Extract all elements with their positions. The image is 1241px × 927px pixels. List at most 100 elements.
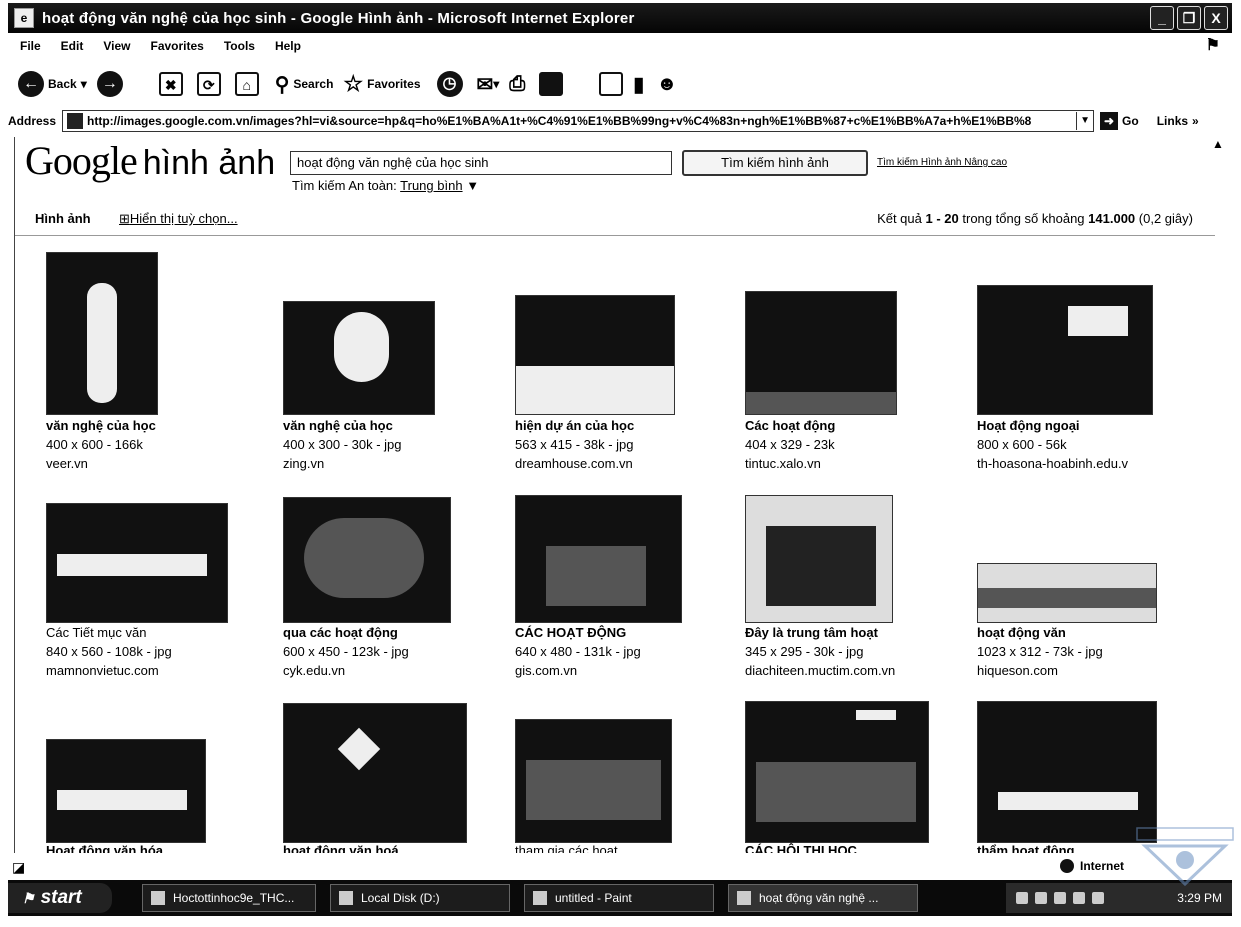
- window-title-bar[interactable]: e hoạt động văn nghệ của học sinh - Goog…: [8, 3, 1232, 33]
- result-meta: 400 x 300 - 30k - jpg: [283, 437, 402, 452]
- image-thumbnail[interactable]: [515, 495, 682, 623]
- tray-messenger-icon[interactable]: [1073, 892, 1085, 904]
- menu-file[interactable]: File: [20, 39, 41, 53]
- result-title[interactable]: Đây là trung tâm hoạt: [745, 623, 895, 642]
- safe-search-value[interactable]: Trung bình: [400, 178, 462, 193]
- image-thumbnail[interactable]: [46, 739, 206, 843]
- image-thumbnail[interactable]: [745, 291, 897, 415]
- image-thumbnail[interactable]: [977, 285, 1153, 415]
- image-thumbnail[interactable]: [283, 497, 451, 623]
- safe-search-dropdown-icon[interactable]: ▼: [466, 178, 479, 193]
- image-search-button[interactable]: Tìm kiếm hình ảnh: [682, 150, 868, 176]
- result-meta: 600 x 450 - 123k - jpg: [283, 644, 409, 659]
- go-button[interactable]: ➜ Go: [1100, 112, 1139, 130]
- result-title[interactable]: Các Tiết mục văn: [46, 623, 172, 642]
- section-label: Hình ảnh: [35, 211, 91, 226]
- home-icon: ⌂: [234, 72, 259, 96]
- taskbar-item[interactable]: Hoctottinhoc9e_THC...: [142, 884, 316, 912]
- stop-button[interactable]: ✖: [158, 72, 183, 96]
- search-button[interactable]: ⚲ Search: [275, 72, 334, 97]
- result-title[interactable]: hoạt động văn hoá: [283, 841, 399, 853]
- menu-edit[interactable]: Edit: [61, 39, 84, 53]
- result-title[interactable]: tham gia các hoạt: [515, 841, 618, 853]
- menu-tools[interactable]: Tools: [224, 39, 255, 53]
- scroll-up-arrow-icon[interactable]: ▲: [1210, 137, 1226, 153]
- result-title[interactable]: qua các hoạt động: [283, 623, 409, 642]
- image-thumbnail[interactable]: [977, 563, 1157, 623]
- result-site: diachiteen.muctim.com.vn: [745, 663, 896, 678]
- result-title[interactable]: Hoạt động văn hóa: [46, 841, 163, 853]
- messenger-button[interactable]: ☻: [656, 73, 677, 96]
- window-title: hoạt động văn nghệ của học sinh - Google…: [42, 9, 635, 27]
- edit-button[interactable]: [539, 72, 564, 96]
- print-button[interactable]: ⎙: [509, 73, 525, 96]
- search-input[interactable]: hoạt động văn nghệ của học sinh: [290, 151, 672, 175]
- discuss-button[interactable]: [599, 72, 624, 96]
- tray-network-icon[interactable]: [1016, 892, 1028, 904]
- taskbar-item-active[interactable]: hoạt động văn nghệ ...: [728, 884, 918, 912]
- image-thumbnail[interactable]: [283, 301, 435, 415]
- history-button[interactable]: ◷: [436, 71, 463, 97]
- result-title[interactable]: Hoạt động ngoại: [977, 416, 1128, 435]
- image-thumbnail[interactable]: [515, 719, 672, 843]
- plus-box-icon: ⊞: [119, 211, 130, 226]
- advanced-search-link[interactable]: Tìm kiếm Hình ảnh Nâng cao: [877, 157, 1007, 168]
- result-caption: qua các hoạt động 600 x 450 - 123k - jpg…: [283, 623, 409, 680]
- forward-button[interactable]: →: [96, 71, 123, 97]
- google-logo[interactable]: Google hình ảnh: [25, 137, 275, 184]
- research-button[interactable]: ▮: [633, 72, 644, 97]
- menu-view[interactable]: View: [103, 39, 130, 53]
- menu-favorites[interactable]: Favorites: [150, 39, 203, 53]
- result-title[interactable]: hiện dự án của học: [515, 416, 634, 435]
- mail-icon: ✉: [476, 73, 494, 96]
- result-title[interactable]: hoạt động văn: [977, 623, 1103, 642]
- home-button[interactable]: ⌂: [234, 72, 259, 96]
- back-button[interactable]: ← Back ▾: [18, 71, 87, 97]
- image-thumbnail[interactable]: [745, 701, 929, 843]
- close-button[interactable]: X: [1204, 6, 1228, 30]
- clock: 3:29 PM: [1177, 891, 1222, 905]
- image-thumbnail[interactable]: [46, 503, 228, 623]
- taskbar-item[interactable]: untitled - Paint: [524, 884, 714, 912]
- result-title[interactable]: thẩm hoạt động: [977, 841, 1075, 853]
- taskbar-item[interactable]: Local Disk (D:): [330, 884, 510, 912]
- image-thumbnail[interactable]: [46, 252, 158, 415]
- tray-sound-icon[interactable]: [1035, 892, 1047, 904]
- favorites-button[interactable]: ☆ Favorites: [343, 71, 420, 97]
- tray-app-icon[interactable]: [1092, 892, 1104, 904]
- folder-icon: [339, 891, 353, 905]
- site-watermark-logo: [1136, 827, 1234, 887]
- links-button[interactable]: Links: [1157, 114, 1188, 128]
- vertical-scrollbar[interactable]: ▲: [1210, 137, 1230, 853]
- result-title[interactable]: CÁC HOẠT ĐỘNG: [515, 623, 641, 642]
- address-dropdown-icon[interactable]: ▼: [1076, 112, 1093, 130]
- result-caption: CÁC HOẠT ĐỘNG 640 x 480 - 131k - jpg gis…: [515, 623, 641, 680]
- result-title[interactable]: Các hoạt động: [745, 416, 835, 435]
- minimize-button[interactable]: _: [1150, 6, 1174, 30]
- maximize-button[interactable]: ❐: [1177, 6, 1201, 30]
- address-input[interactable]: http://images.google.com.vn/images?hl=vi…: [62, 110, 1095, 132]
- result-title[interactable]: văn nghệ của học: [46, 416, 156, 435]
- image-thumbnail[interactable]: [745, 495, 893, 623]
- back-dropdown-icon[interactable]: ▾: [81, 77, 87, 91]
- start-label: start: [40, 887, 82, 908]
- result-caption: Hoạt động văn hóa: [46, 841, 163, 853]
- tray-shield-icon[interactable]: [1054, 892, 1066, 904]
- image-thumbnail[interactable]: [977, 701, 1157, 843]
- go-arrow-icon: ➜: [1100, 112, 1119, 130]
- mail-button[interactable]: ✉ ▾: [477, 72, 500, 97]
- favorites-star-icon: ☆: [343, 71, 364, 96]
- start-button[interactable]: ⚑ start: [8, 883, 112, 913]
- result-meta: 1023 x 312 - 73k - jpg: [977, 644, 1103, 659]
- image-thumbnail[interactable]: [283, 703, 467, 843]
- links-chevron-icon[interactable]: »: [1192, 114, 1199, 128]
- page-content: Google hình ảnh hoạt động văn nghệ của họ…: [14, 137, 1215, 853]
- menu-help[interactable]: Help: [275, 39, 301, 53]
- show-options-link[interactable]: ⊞Hiển thị tuỳ chọn...: [119, 211, 238, 227]
- results-header: Hình ảnh ⊞Hiển thị tuỳ chọn... Kết quả 1…: [15, 205, 1215, 235]
- refresh-button[interactable]: ⟳: [196, 72, 221, 96]
- result-title[interactable]: CÁC HỘI THI HỌC: [745, 841, 857, 853]
- image-thumbnail[interactable]: [515, 295, 675, 415]
- edit-icon: [539, 72, 564, 96]
- result-title[interactable]: văn nghệ của học: [283, 416, 402, 435]
